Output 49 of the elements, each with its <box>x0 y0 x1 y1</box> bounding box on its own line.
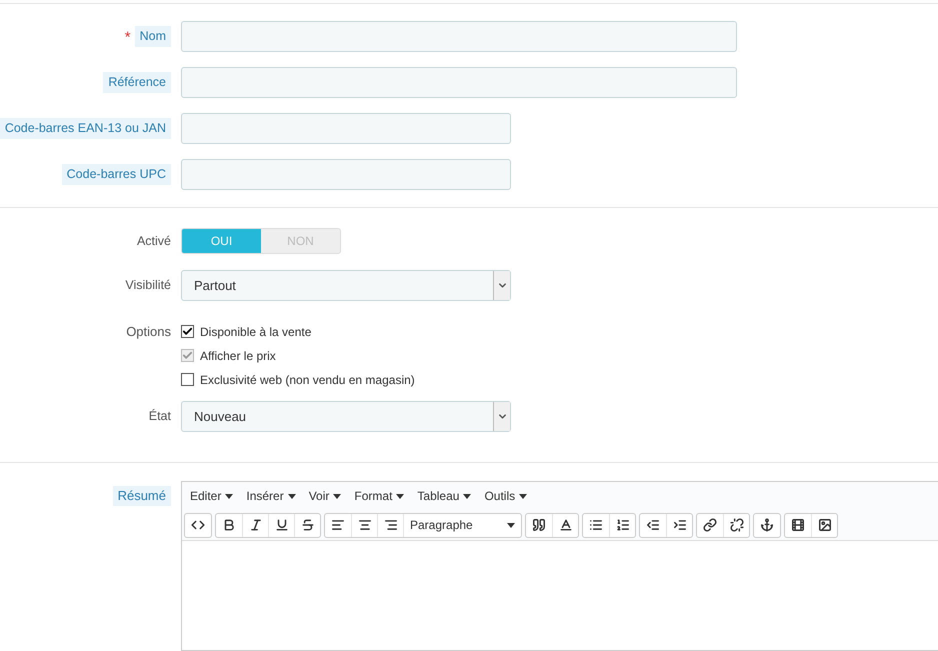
text-field[interactable] <box>181 21 737 52</box>
menu-item[interactable]: Insérer <box>246 487 296 505</box>
field-label: Code-barres UPC <box>62 164 171 185</box>
field-label: Résumé <box>112 486 171 506</box>
outdent-icon <box>646 518 660 532</box>
text-field[interactable] <box>181 113 511 144</box>
menu-item[interactable]: Tableau <box>417 487 472 505</box>
checkbox-label: Disponible à la vente <box>200 324 312 340</box>
checkbox[interactable] <box>181 325 194 338</box>
field-label: Activé <box>136 232 171 250</box>
numbered-list-icon <box>616 518 630 532</box>
bullet-list-icon <box>589 518 603 532</box>
field-label: Référence <box>103 72 171 93</box>
required-mark: * <box>124 30 131 45</box>
format-dropdown[interactable]: Paragraphe <box>403 514 521 536</box>
italic-icon <box>248 518 262 532</box>
field-label: Code-barres EAN-13 ou JAN <box>0 118 171 139</box>
unlink-icon <box>730 518 744 532</box>
menu-item[interactable]: Editer <box>190 487 234 505</box>
strikethrough-icon <box>300 518 314 532</box>
menu-item[interactable]: Outils <box>484 487 528 505</box>
checkbox-label: Exclusivité web (non vendu en magasin) <box>200 372 415 388</box>
dropdown[interactable]: Nouveau <box>181 401 511 432</box>
field-label: Visibilité <box>125 277 171 294</box>
menu-item[interactable]: Format <box>354 487 404 505</box>
code-icon <box>191 518 205 532</box>
text-color-icon <box>558 518 572 532</box>
align-right-icon <box>384 518 398 532</box>
text-field[interactable] <box>181 67 737 98</box>
field-label: Nom <box>134 26 171 47</box>
checkbox[interactable] <box>181 373 194 386</box>
anchor-icon <box>760 518 774 532</box>
text-field[interactable] <box>181 159 511 190</box>
align-center-icon <box>358 518 372 532</box>
chevron-icon <box>493 402 510 431</box>
dropdown[interactable]: Partout <box>181 270 511 301</box>
link-icon <box>703 518 717 532</box>
image-icon <box>818 518 832 532</box>
align-left-icon <box>331 518 345 532</box>
chevron-icon <box>493 271 510 300</box>
underline-icon <box>274 518 288 532</box>
film-icon <box>791 518 805 532</box>
bold-icon <box>222 518 236 532</box>
quote-icon <box>532 518 546 532</box>
field-label: État <box>148 408 171 426</box>
checkbox-label: Afficher le prix <box>200 348 276 364</box>
menu-item[interactable]: Voir <box>308 487 342 505</box>
field-label: Options <box>126 323 171 342</box>
indent-icon <box>672 518 686 532</box>
